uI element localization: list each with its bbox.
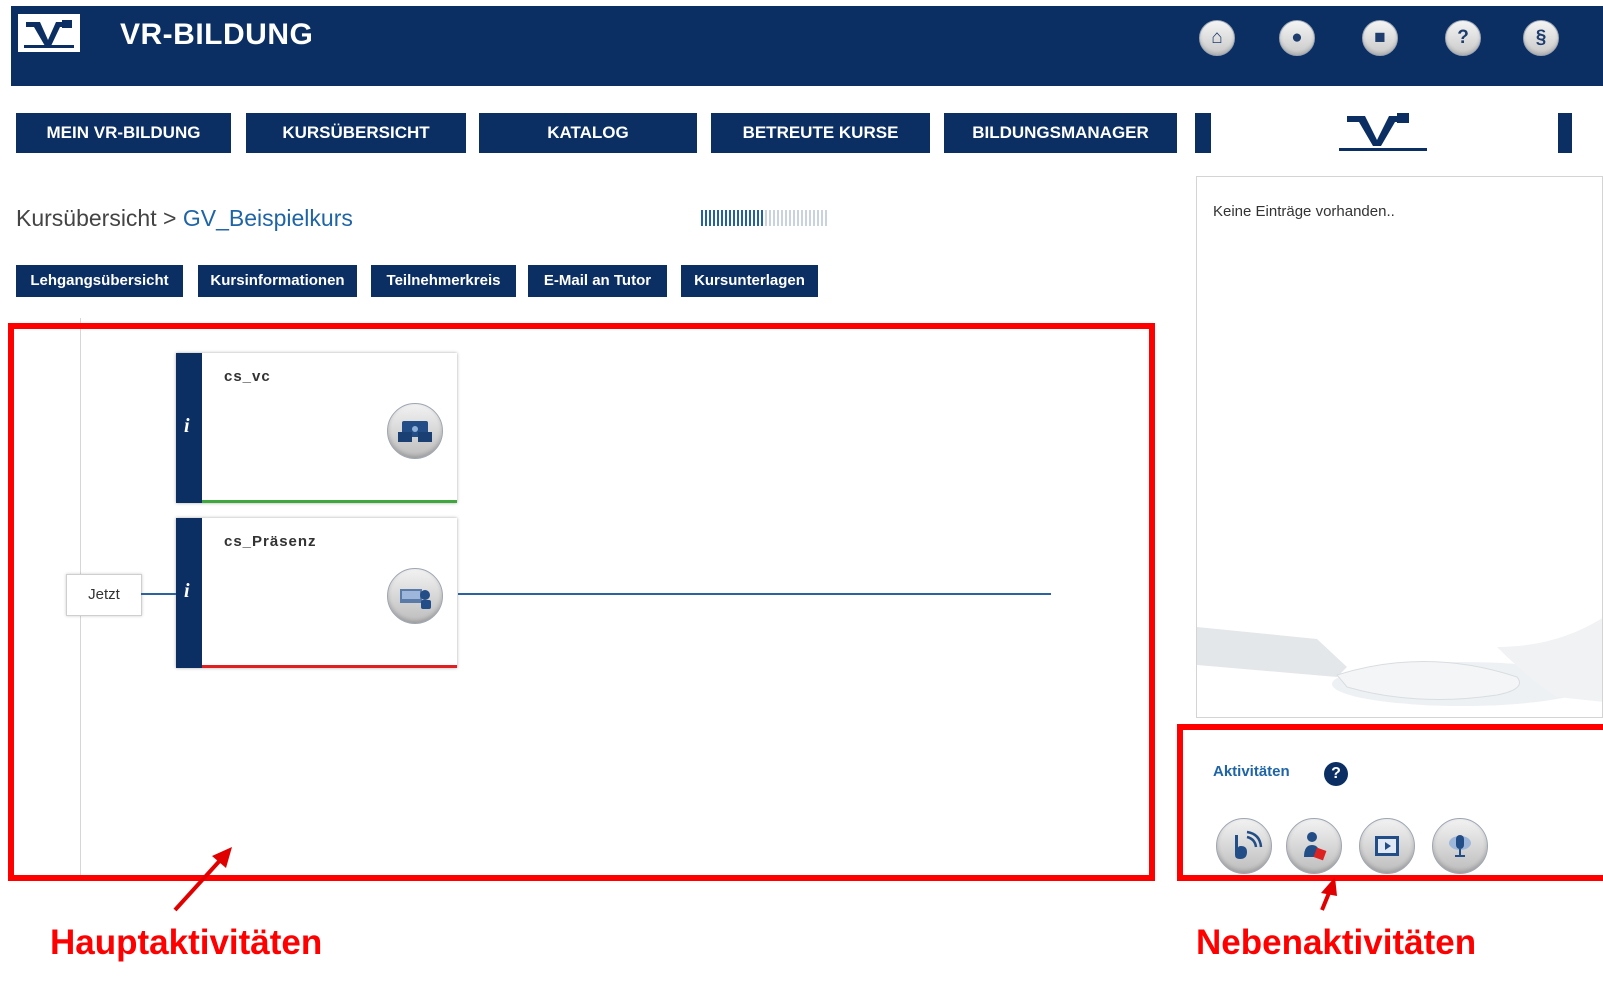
home-icon[interactable]: ⌂ (1199, 20, 1235, 56)
help-icon[interactable]: ? (1445, 20, 1481, 56)
progress-tick (729, 210, 731, 226)
progress-tick (769, 210, 771, 226)
breadcrumb-current[interactable]: GV_Beispielkurs (183, 205, 353, 231)
progress-tick (701, 210, 703, 226)
progress-tick (741, 210, 743, 226)
progress-tick (785, 210, 787, 226)
caption-main-activities: Hauptaktivitäten (50, 923, 323, 962)
tab-email-an-tutor[interactable]: E-Mail an Tutor (528, 265, 667, 297)
tab-kursunterlagen[interactable]: Kursunterlagen (681, 265, 818, 297)
progress-tick (789, 210, 791, 226)
nav-betreute-kurse[interactable]: BETREUTE KURSE (711, 113, 930, 153)
tab-kursinformationen[interactable]: Kursinformationen (198, 265, 357, 297)
vr-logo (18, 14, 80, 52)
progress-tick (773, 210, 775, 226)
progress-tick (801, 210, 803, 226)
highlight-side-activities (1177, 724, 1603, 881)
progress-tick (813, 210, 815, 226)
progress-tick (757, 210, 759, 226)
tab-teilnehmerkreis[interactable]: Teilnehmerkreis (371, 265, 516, 297)
paragraph-icon[interactable]: § (1523, 20, 1559, 56)
progress-tick (717, 210, 719, 226)
highlight-main-activities (8, 323, 1155, 881)
progress-tick (765, 210, 767, 226)
progress-tick (749, 210, 751, 226)
progress-tick (733, 210, 735, 226)
user-icon[interactable]: ● (1279, 20, 1315, 56)
progress-tick (825, 210, 827, 226)
progress-tick (781, 210, 783, 226)
progress-tick (705, 210, 707, 226)
nav-divider-right (1558, 113, 1572, 153)
progress-tick (793, 210, 795, 226)
nav-bildungsmanager[interactable]: BILDUNGSMANAGER (944, 113, 1177, 153)
decor-illustration (1197, 618, 1602, 706)
breadcrumb-root[interactable]: Kursübersicht (16, 205, 157, 231)
nav-katalog[interactable]: KATALOG (479, 113, 697, 153)
progress-tick (817, 210, 819, 226)
progress-tick (797, 210, 799, 226)
progress-tick (809, 210, 811, 226)
progress-tick (761, 210, 763, 226)
news-panel: Keine Einträge vorhanden.. (1196, 176, 1603, 718)
progress-tick (713, 210, 715, 226)
tab-lehrgangsuebersicht[interactable]: Lehgangsübersicht (16, 265, 183, 297)
progress-tick (721, 210, 723, 226)
progress-tick (821, 210, 823, 226)
progress-tick (753, 210, 755, 226)
nav-mein-vr-bildung[interactable]: MEIN VR-BILDUNG (16, 113, 231, 153)
progress-tick (805, 210, 807, 226)
course-progress-bar (701, 210, 831, 226)
top-bar: VR-BILDUNG ⌂ ● ■ ? § (11, 6, 1603, 86)
progress-tick (745, 210, 747, 226)
progress-tick (725, 210, 727, 226)
app-title: VR-BILDUNG (120, 18, 314, 51)
breadcrumb: Kursübersicht > GV_Beispielkurs (16, 205, 353, 232)
lock-icon[interactable]: ■ (1362, 20, 1398, 56)
progress-tick (709, 210, 711, 226)
progress-tick (737, 210, 739, 226)
nav-divider (1195, 113, 1211, 153)
caption-side-activities: Nebenaktivitäten (1196, 923, 1477, 962)
vr-logo-small (1339, 113, 1427, 151)
breadcrumb-separator: > (156, 205, 183, 231)
nav-kursuebersicht[interactable]: KURSÜBERSICHT (246, 113, 466, 153)
progress-tick (777, 210, 779, 226)
